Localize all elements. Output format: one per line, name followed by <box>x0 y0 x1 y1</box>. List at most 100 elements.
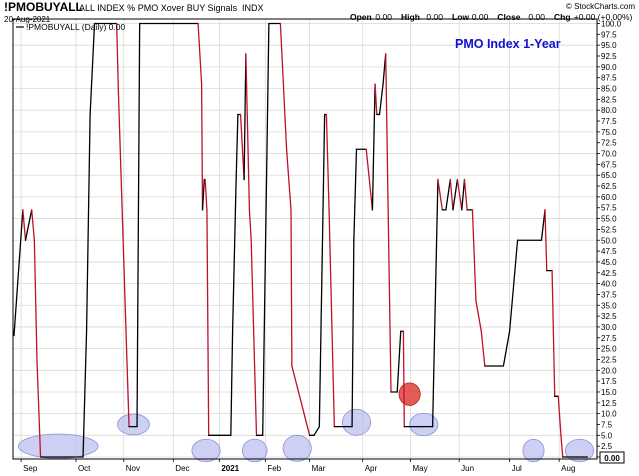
y-tick-label: 75.0 <box>601 128 617 137</box>
ohlc-key-chg: Chg <box>554 12 571 22</box>
annotation-text: PMO Index 1-Year <box>455 37 561 51</box>
y-tick-label: 20.0 <box>601 366 617 375</box>
series-segment <box>313 426 320 436</box>
x-tick-label: Oct <box>78 464 91 473</box>
series-segment <box>449 178 454 211</box>
y-tick-label: 77.5 <box>601 117 617 126</box>
y-tick-label: 95.0 <box>601 41 617 50</box>
y-tick-label: 15.0 <box>601 388 617 397</box>
highlight-ellipse <box>191 438 221 463</box>
series-segment <box>85 113 91 332</box>
y-tick-label: 10.0 <box>601 410 617 419</box>
y-tick-label: 65.0 <box>601 171 617 180</box>
series-segment <box>136 22 141 428</box>
series-segment <box>290 209 293 367</box>
y-tick-label: 40.0 <box>601 280 617 289</box>
series-segment <box>456 178 463 211</box>
series-segment <box>206 209 210 436</box>
y-tick-label: 17.5 <box>601 377 617 386</box>
highlight-ellipse-red <box>398 382 421 406</box>
series-segment <box>239 113 245 181</box>
x-tick-label: Feb <box>267 464 281 473</box>
series-segment <box>551 269 556 397</box>
series-segment <box>200 83 204 211</box>
y-tick-label: 5.0 <box>601 431 613 440</box>
x-tick-label: Mar <box>312 464 326 473</box>
description: ALL INDEX % PMO Xover BUY Signals <box>79 3 238 13</box>
series-segment <box>291 365 311 436</box>
series-segment <box>385 53 392 393</box>
series-segment <box>325 113 330 211</box>
x-tick-label: Apr <box>365 464 378 473</box>
y-tick-label: 62.5 <box>601 182 617 191</box>
y-tick-label: 22.5 <box>601 355 617 364</box>
series-segment <box>197 22 203 85</box>
y-tick-label: 97.5 <box>601 30 617 39</box>
series-segment <box>560 434 564 458</box>
series-segment <box>540 209 546 241</box>
series-segment <box>22 209 27 241</box>
y-tick-label: 70.0 <box>601 150 617 159</box>
highlight-ellipse <box>564 438 595 463</box>
y-tick-label: 42.5 <box>601 269 617 278</box>
y-tick-label: 92.5 <box>601 52 617 61</box>
series-segment <box>24 209 33 241</box>
last-value-label: 0.00 <box>604 454 620 463</box>
ohlc-value-open: 0.00 <box>375 12 392 22</box>
series-segment <box>13 209 24 337</box>
y-tick-label: 67.5 <box>601 160 617 169</box>
y-tick-label: 50.0 <box>601 236 617 245</box>
highlight-ellipse <box>117 413 150 436</box>
legend: !PMOBUYALL (Daily) 0.00 <box>16 22 125 32</box>
y-tick-label: 57.5 <box>601 204 617 213</box>
series-segment <box>243 53 247 181</box>
highlight-ellipse <box>341 408 372 436</box>
series-segment <box>396 330 402 393</box>
ohlc-value-high: 0.00 <box>426 12 443 22</box>
ohlc-value-low: 0.00 <box>472 12 489 22</box>
y-tick-label: 87.5 <box>601 74 617 83</box>
highlight-ellipse <box>241 438 268 463</box>
series-segment <box>371 83 376 211</box>
y-tick-label: 80.0 <box>601 106 617 115</box>
y-tick-label: 85.0 <box>601 85 617 94</box>
series-segment <box>557 395 562 436</box>
highlight-ellipse <box>409 412 439 437</box>
x-tick-label: Jul <box>512 464 522 473</box>
series-segment <box>437 178 443 211</box>
grid <box>13 19 597 459</box>
series-segment <box>452 178 459 211</box>
y-tick-label: 52.5 <box>601 225 617 234</box>
x-tick-label: Sep <box>23 464 38 473</box>
y-tick-label: 90.0 <box>601 63 617 72</box>
series-segment <box>353 148 358 241</box>
highlight-ellipse <box>18 433 99 459</box>
series-segment <box>463 178 468 211</box>
y-tick-label: 60.0 <box>601 193 617 202</box>
series-segment <box>508 239 519 332</box>
series-segment <box>89 22 96 116</box>
y-axis: 0.02.55.07.510.012.515.017.520.022.525.0… <box>597 20 622 462</box>
series-segment <box>250 239 258 436</box>
series-segment <box>365 148 374 211</box>
series-segment <box>328 209 336 428</box>
series-segment <box>318 113 326 428</box>
series-segment <box>33 239 38 363</box>
highlight-ellipse <box>282 434 312 462</box>
series-segment <box>31 209 36 241</box>
exchange: INDX <box>242 3 264 13</box>
y-tick-label: 47.5 <box>601 247 617 256</box>
x-tick-label: Jun <box>461 464 474 473</box>
series-segment <box>230 330 234 436</box>
y-tick-label: 100.0 <box>601 20 622 29</box>
ohlc-key-open: Open <box>350 12 372 22</box>
watermark: © StockCharts.com <box>566 2 635 11</box>
series-segment <box>116 22 120 94</box>
y-tick-label: 27.5 <box>601 334 617 343</box>
x-tick-label: Nov <box>126 464 140 473</box>
y-tick-label: 82.5 <box>601 95 617 104</box>
x-tick-label: 2021 <box>221 464 239 473</box>
series-segment <box>285 148 292 211</box>
y-tick-label: 35.0 <box>601 301 617 310</box>
series-segment <box>431 178 439 428</box>
